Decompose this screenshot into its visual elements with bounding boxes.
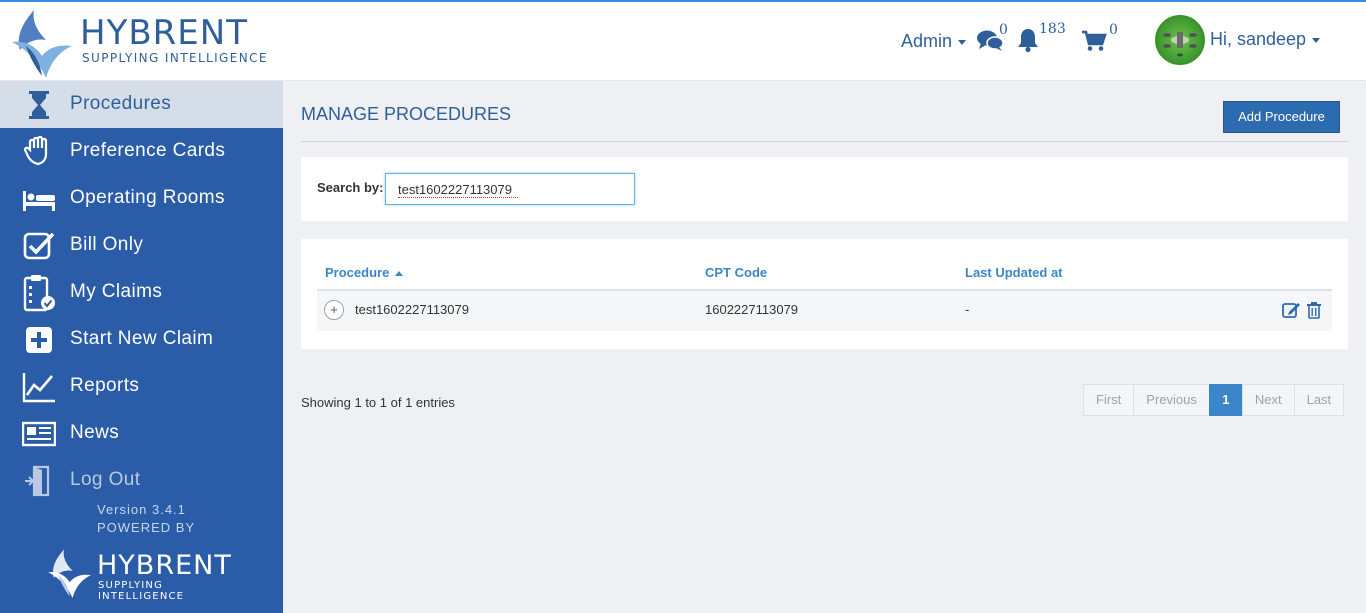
add-procedure-button[interactable]: Add Procedure <box>1223 101 1340 133</box>
powered-by-text: POWERED BY <box>97 520 196 535</box>
logo-tagline: SUPPLYING INTELLIGENCE <box>82 51 268 65</box>
column-header-cpt-code[interactable]: CPT Code <box>705 265 767 280</box>
line-chart-icon <box>22 373 55 403</box>
pagination: First Previous 1 Next Last <box>1083 384 1345 416</box>
sort-ascending-icon <box>394 271 403 277</box>
cell-procedure: test1602227113079 <box>355 302 469 317</box>
checkbox-icon <box>23 232 55 260</box>
page-first-button[interactable]: First <box>1083 384 1135 416</box>
logo-wordmark: HYBRENT <box>97 550 232 581</box>
column-header-last-updated[interactable]: Last Updated at <box>965 265 1063 280</box>
cart-count: 0 <box>1109 22 1118 38</box>
sidebar-item-label: Start New Claim <box>70 328 214 349</box>
page-title: MANAGE PROCEDURES <box>301 104 512 124</box>
newspaper-icon <box>22 421 56 447</box>
user-menu[interactable]: Hi, sandeep <box>1210 29 1321 50</box>
sidebar-item-label: My Claims <box>70 281 163 302</box>
sidebar-item-bill-only[interactable]: Bill Only <box>0 222 283 269</box>
bell-icon[interactable] <box>1017 27 1039 53</box>
logo-tagline: SUPPLYING INTELLIGENCE <box>98 580 185 602</box>
page-last-button[interactable]: Last <box>1293 384 1345 416</box>
logo-wordmark: HYBRENT <box>80 13 248 53</box>
admin-menu[interactable]: Admin <box>901 31 967 52</box>
bed-icon <box>23 191 55 211</box>
table-row <box>317 291 1332 331</box>
top-bar: HYBRENT SUPPLYING INTELLIGENCE Admin 0 1… <box>0 0 1366 81</box>
notifications-count: 183 <box>1039 21 1066 37</box>
expand-row-button[interactable]: + <box>324 300 344 320</box>
sidebar-item-start-new-claim[interactable]: Start New Claim <box>0 316 283 363</box>
version-info: Version 3.4.1 POWERED BY <box>97 501 195 537</box>
cell-cpt-code: 1602227113079 <box>705 302 799 317</box>
sidebar-item-label: Reports <box>70 375 140 396</box>
sidebar: Procedures Preference Cards Operating Ro… <box>0 81 283 613</box>
page-next-button[interactable]: Next <box>1241 384 1295 416</box>
sidebar-item-label: Bill Only <box>70 234 144 255</box>
column-header-procedure[interactable]: Procedure <box>325 265 403 280</box>
search-label: Search by: <box>317 180 384 195</box>
spellcheck-underline <box>398 195 518 198</box>
sidebar-item-my-claims[interactable]: My Claims <box>0 269 283 316</box>
user-greeting: Hi, sandeep <box>1210 29 1307 49</box>
avatar[interactable] <box>1155 15 1205 65</box>
clipboard-check-icon <box>23 275 55 312</box>
avatar-image <box>1163 32 1197 57</box>
hybrent-logo[interactable]: HYBRENT SUPPLYING INTELLIGENCE <box>6 6 286 80</box>
hybrent-logo-mark <box>48 549 92 598</box>
cart-icon[interactable] <box>1081 30 1107 52</box>
delete-icon[interactable] <box>1306 301 1322 319</box>
sidebar-item-label: Preference Cards <box>70 140 226 161</box>
sidebar-item-label: News <box>70 422 120 443</box>
page-previous-button[interactable]: Previous <box>1133 384 1210 416</box>
plus-square-icon <box>26 327 52 353</box>
hybrent-logo-mark <box>12 10 72 78</box>
chevron-down-icon <box>1312 37 1321 43</box>
hourglass-icon <box>29 91 49 119</box>
sidebar-item-log-out[interactable]: Log Out <box>0 457 283 504</box>
page-current-button[interactable]: 1 <box>1208 384 1243 416</box>
admin-label: Admin <box>901 31 953 51</box>
search-input[interactable] <box>385 173 635 205</box>
messages-count: 0 <box>999 22 1008 38</box>
glove-icon <box>23 136 48 166</box>
sidebar-item-preference-cards[interactable]: Preference Cards <box>0 128 283 175</box>
edit-icon[interactable] <box>1282 301 1301 319</box>
cell-last-updated: - <box>965 302 970 317</box>
sidebar-item-label: Log Out <box>70 469 141 490</box>
sidebar-item-label: Operating Rooms <box>70 187 225 208</box>
chevron-down-icon <box>958 39 967 45</box>
entries-info: Showing 1 to 1 of 1 entries <box>301 395 455 410</box>
sidebar-item-label: Procedures <box>70 93 172 114</box>
door-exit-icon <box>25 465 50 497</box>
sidebar-logo: HYBRENT SUPPLYING INTELLIGENCE <box>44 543 244 605</box>
version-text: Version 3.4.1 <box>97 502 186 517</box>
sidebar-item-operating-rooms[interactable]: Operating Rooms <box>0 175 283 222</box>
sidebar-item-procedures[interactable]: Procedures <box>0 81 283 128</box>
sidebar-item-reports[interactable]: Reports <box>0 363 283 410</box>
divider <box>301 141 1348 142</box>
sidebar-item-news[interactable]: News <box>0 410 283 457</box>
